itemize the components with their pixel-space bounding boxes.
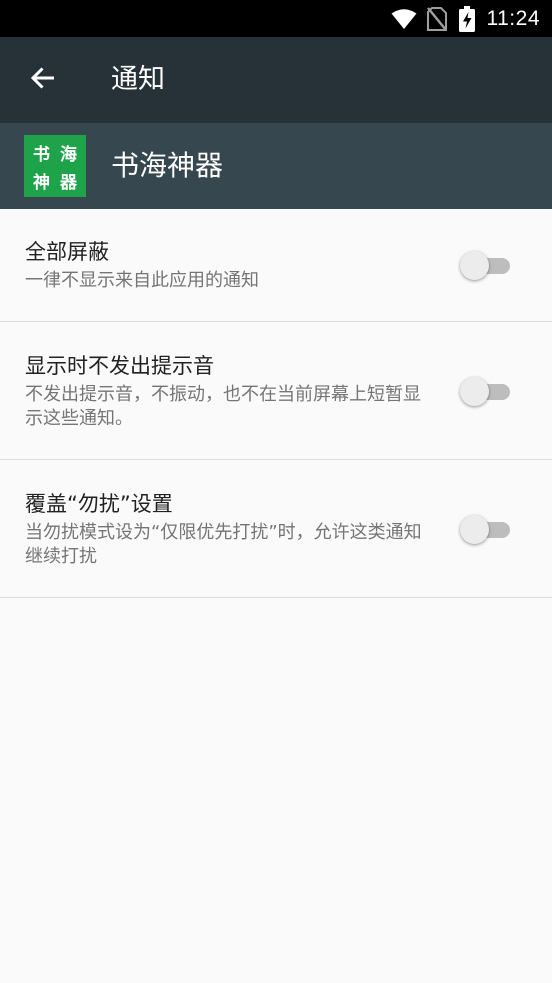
no-sim-icon [426, 6, 447, 31]
app-icon-char: 器 [60, 172, 77, 193]
setting-summary: 当勿扰模式设为“仅限优先打扰”时，允许这类通知继续打扰 [25, 522, 422, 567]
status-time: 11:24 [486, 6, 540, 30]
app-name: 书海神器 [111, 149, 224, 182]
arrow-back-icon [30, 65, 56, 95]
app-icon-char: 神 [33, 172, 50, 193]
override-dnd-toggle[interactable] [460, 513, 512, 545]
app-icon-char: 海 [60, 144, 77, 165]
switch-thumb [460, 251, 489, 280]
wifi-icon [391, 8, 417, 30]
back-button[interactable] [22, 59, 64, 101]
page-title: 通知 [111, 64, 165, 95]
setting-title: 覆盖“勿扰”设置 [25, 492, 173, 516]
app-header: 书 海 神 器 书海神器 [0, 123, 552, 209]
toolbar: 通知 [0, 37, 552, 123]
setting-override-dnd[interactable]: 覆盖“勿扰”设置 当勿扰模式设为“仅限优先打扰”时，允许这类通知继续打扰 [0, 460, 552, 598]
app-icon-char: 书 [33, 144, 50, 165]
setting-silent[interactable]: 显示时不发出提示音 不发出提示音，不振动，也不在当前屏幕上短暂显示这些通知。 [0, 322, 552, 460]
status-bar: 11:24 [0, 0, 552, 37]
switch-thumb [460, 377, 489, 406]
setting-summary: 一律不显示来自此应用的通知 [25, 270, 259, 291]
setting-title: 显示时不发出提示音 [25, 354, 214, 378]
settings-list: 全部屏蔽 一律不显示来自此应用的通知 显示时不发出提示音 不发出提示音，不振动，… [0, 209, 552, 598]
battery-charging-icon [458, 5, 475, 32]
setting-summary: 不发出提示音，不振动，也不在当前屏幕上短暂显示这些通知。 [25, 384, 421, 429]
setting-block-all[interactable]: 全部屏蔽 一律不显示来自此应用的通知 [0, 209, 552, 322]
switch-thumb [460, 515, 489, 544]
block-all-toggle[interactable] [460, 249, 512, 281]
status-icons: 11:24 [391, 0, 541, 37]
setting-title: 全部屏蔽 [25, 240, 109, 264]
silent-toggle[interactable] [460, 375, 512, 407]
app-icon: 书 海 神 器 [24, 135, 86, 197]
